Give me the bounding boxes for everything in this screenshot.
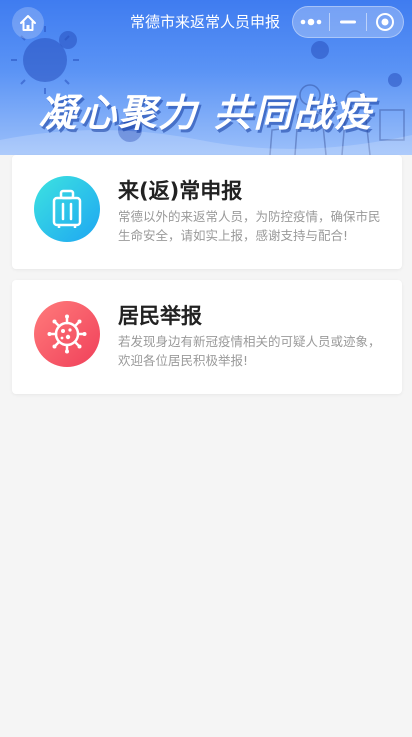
- mini-program-capsule: [292, 6, 404, 38]
- card-description: 常德以外的来返常人员，为防控疫情，确保市民生命安全，请如实上报，感谢支持与配合!: [118, 209, 381, 243]
- banner: 常德市来返常人员申报 凝心聚力 共同战疫: [0, 0, 412, 155]
- page-title: 常德市来返常人员申报: [129, 13, 280, 31]
- card-title: 来(返)常申报: [118, 179, 243, 203]
- card-resident-report[interactable]: 居民举报 若发现身边有新冠疫情相关的可疑人员或迹象，欢迎各位居民积极举报!: [12, 280, 402, 394]
- more-dots-icon: [300, 18, 322, 26]
- minimize-button[interactable]: [330, 7, 366, 37]
- home-button[interactable]: [12, 7, 44, 39]
- luggage-icon: [52, 189, 82, 228]
- virus-icon-badge: [34, 301, 100, 367]
- minimize-icon: [340, 20, 356, 24]
- card-title: 居民举报: [118, 304, 202, 328]
- card-description: 若发现身边有新冠疫情相关的可疑人员或迹象，欢迎各位居民积极举报!: [118, 334, 381, 368]
- navigation-bar: 常德市来返常人员申报: [0, 0, 412, 44]
- close-button[interactable]: [367, 7, 403, 37]
- target-close-icon: [376, 13, 394, 31]
- banner-slogan: 凝心聚力 共同战疫: [38, 91, 374, 135]
- home-icon: [20, 15, 36, 31]
- luggage-icon-badge: [34, 176, 100, 242]
- virus-icon: [47, 314, 87, 354]
- more-button[interactable]: [293, 7, 329, 37]
- card-return-declaration[interactable]: 来(返)常申报 常德以外的来返常人员，为防控疫情，确保市民生命安全，请如实上报，…: [12, 155, 402, 269]
